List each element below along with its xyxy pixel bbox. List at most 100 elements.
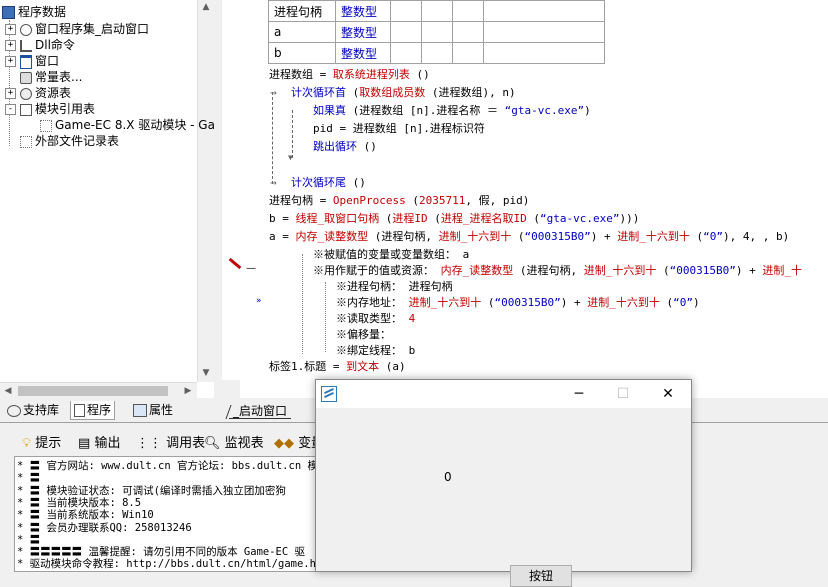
tree-item[interactable]: 外部文件记录表 bbox=[20, 133, 119, 149]
tab-support-library[interactable]: 支持库 bbox=[4, 401, 62, 419]
code-line[interactable]: 计次循环首 (取数组成员数 (进程数组), n) bbox=[291, 85, 516, 101]
module-icon bbox=[20, 103, 32, 116]
code-token: ※绑定线程： bbox=[336, 344, 402, 357]
maximize-button[interactable]: ☐ bbox=[601, 380, 645, 408]
tree-item[interactable]: Dll命令 bbox=[20, 37, 75, 53]
tree-horizontal-scrollbar[interactable]: ◀ ▶ bbox=[0, 382, 197, 398]
tree-item[interactable]: 资源表 bbox=[20, 85, 71, 101]
label-1: 0 bbox=[444, 470, 452, 484]
code-token: ( bbox=[481, 296, 495, 309]
var-type[interactable]: 整数型 bbox=[335, 21, 391, 43]
tree-expander-icon[interactable]: + bbox=[5, 40, 16, 51]
code-line[interactable]: 跳出循环 () bbox=[313, 139, 377, 155]
code-line[interactable]: a = 内存_读整数型 (进程句柄, 进制_十六到十 (“000315B0”) … bbox=[269, 229, 789, 245]
code-token: 进制_十六到十 bbox=[587, 296, 660, 309]
properties-icon bbox=[133, 404, 147, 417]
code-token: 进程句柄 = bbox=[269, 194, 333, 207]
tab-startup-window[interactable]: _启动窗口 bbox=[225, 402, 292, 420]
flow-arrow-icon: → bbox=[270, 86, 277, 99]
tree-expander-icon[interactable]: + bbox=[5, 88, 16, 99]
var-name[interactable]: b bbox=[268, 42, 336, 64]
tab-output[interactable]: ▤ 输出 bbox=[78, 435, 120, 453]
scroll-thumb[interactable] bbox=[18, 386, 168, 396]
tree-item[interactable]: 窗口程序集_启动窗口 bbox=[20, 21, 149, 37]
close-button[interactable]: ✕ bbox=[646, 380, 690, 408]
code-token: 4 bbox=[402, 312, 416, 325]
scroll-left-icon[interactable]: ◀ bbox=[0, 386, 16, 396]
code-token: 进程_进程名取ID bbox=[440, 212, 527, 225]
table-row: 进程句柄 整数型 bbox=[268, 0, 605, 22]
tree-item-label: 模块引用表 bbox=[35, 102, 96, 116]
code-line[interactable]: 进程数组 = 取系统进程列表 () bbox=[269, 67, 430, 83]
code-token: 2035711 bbox=[418, 194, 466, 207]
minimize-button[interactable]: ─ bbox=[557, 380, 601, 408]
code-token: ( bbox=[405, 194, 419, 207]
code-token: (进程数组 [n].进程名称 ＝ bbox=[346, 104, 505, 117]
breakpoint-pencil-icon bbox=[228, 257, 242, 270]
output-icon: ▤ bbox=[78, 436, 91, 451]
code-token: ) + bbox=[560, 296, 588, 309]
expand-connector bbox=[302, 254, 303, 354]
code-token: ( bbox=[346, 86, 360, 99]
code-line[interactable]: ※读取类型： 4 bbox=[336, 311, 415, 327]
code-token: 进制_十六到十 bbox=[617, 230, 690, 243]
gear-icon bbox=[20, 23, 32, 36]
code-token: a = bbox=[269, 230, 296, 243]
scroll-down-icon[interactable]: ▼ bbox=[198, 368, 214, 378]
editor-scroll-corner[interactable] bbox=[222, 380, 240, 398]
code-line[interactable]: ※被赋值的变量或变量数组： a bbox=[313, 247, 469, 263]
code-token: ※进程句柄： bbox=[336, 280, 402, 293]
tab-watch[interactable]: 🔍︎ 监视表 bbox=[204, 435, 264, 453]
code-token: b = bbox=[269, 212, 296, 225]
code-line[interactable]: 标签1.标题 = 到文本 (a) bbox=[269, 359, 406, 375]
code-token: ( bbox=[659, 296, 674, 309]
code-line[interactable]: ※进程句柄： 进程句柄 bbox=[336, 279, 453, 295]
tree-item[interactable]: Game-EC 8.X 驱动模块 - Ga bbox=[40, 117, 214, 133]
dialog-title-bar[interactable]: ─ ☐ ✕ bbox=[316, 380, 691, 408]
var-type[interactable]: 整数型 bbox=[335, 0, 391, 22]
code-line[interactable]: 进程句柄 = OpenProcess (2035711, 假, pid) bbox=[269, 193, 529, 209]
dialog-body: 0 按钮 bbox=[316, 408, 691, 587]
code-line[interactable]: ※内存地址： 进制_十六到十 (“000315B0”) + 进制_十六到十 (“… bbox=[336, 295, 700, 311]
code-line[interactable]: 如果真 (进程数组 [n].进程名称 ＝ “gta-vc.exe”) bbox=[313, 103, 591, 119]
tab-call-stack[interactable]: ⋮⋮ 调用表 bbox=[136, 435, 205, 453]
var-name[interactable]: 进程句柄 bbox=[268, 0, 336, 22]
file-icon bbox=[20, 135, 32, 148]
code-line[interactable]: b = 线程_取窗口句柄 (进程ID (进程_进程名取ID (“gta-vc.e… bbox=[269, 211, 639, 227]
scroll-right-icon[interactable]: ▶ bbox=[180, 386, 196, 396]
tab-hint[interactable]: 💡︎ 提示 bbox=[22, 435, 61, 453]
code-line[interactable]: ※绑定线程： b bbox=[336, 343, 415, 359]
call-stack-icon: ⋮⋮ bbox=[136, 436, 162, 451]
code-line[interactable]: ※偏移量： bbox=[336, 327, 391, 343]
splitter[interactable] bbox=[214, 0, 222, 398]
tree-expander-icon[interactable]: + bbox=[5, 24, 16, 35]
dialog-button[interactable]: 按钮 bbox=[510, 565, 572, 587]
code-token: ( bbox=[689, 230, 704, 243]
tree-expander-icon[interactable]: + bbox=[5, 56, 16, 67]
code-token: 进制_十六到十 bbox=[583, 264, 657, 277]
tree-item[interactable]: 常量表... bbox=[20, 69, 82, 85]
code-token: “000315B0” bbox=[524, 230, 591, 243]
tree-root[interactable]: 程序数据 bbox=[2, 4, 66, 20]
tree-expander-icon[interactable]: - bbox=[5, 104, 16, 115]
tree-item[interactable]: 窗口 bbox=[20, 53, 59, 69]
table-row: b 整数型 bbox=[268, 42, 605, 64]
tab-program[interactable]: 程序 bbox=[70, 401, 116, 420]
code-line[interactable]: pid = 进程数组 [n].进程标识符 bbox=[313, 121, 485, 137]
var-name[interactable]: a bbox=[268, 21, 336, 43]
var-type[interactable]: 整数型 bbox=[335, 42, 391, 64]
code-token: ( bbox=[379, 212, 393, 225]
code-token: 取系统进程列表 bbox=[332, 68, 410, 81]
code-line[interactable]: 计次循环尾 () bbox=[291, 175, 366, 191]
editor-gutter[interactable]: — » bbox=[222, 0, 262, 398]
tree-vertical-scrollbar[interactable]: ▲ ▼ bbox=[197, 0, 214, 382]
output-line: * 〓 模块验证状态: 可调试(编译时需插入独立团加密狗 bbox=[17, 484, 286, 497]
scroll-up-icon[interactable]: ▲ bbox=[198, 2, 214, 12]
tree-item[interactable]: 模块引用表 bbox=[20, 101, 95, 117]
code-token: 标签1.标题 = bbox=[269, 360, 347, 373]
flow-arrow-icon: → bbox=[270, 176, 277, 189]
window-icon bbox=[20, 54, 32, 69]
code-line[interactable]: ※用作赋于的值或资源： 内存_读整数型 (进程句柄, 进制_十六到十 (“000… bbox=[313, 263, 802, 279]
output-log[interactable]: * 〓 官方网站: www.dult.cn 官方论坛: bbs.dult.cn … bbox=[14, 456, 336, 572]
tab-properties[interactable]: 属性 bbox=[130, 401, 176, 419]
